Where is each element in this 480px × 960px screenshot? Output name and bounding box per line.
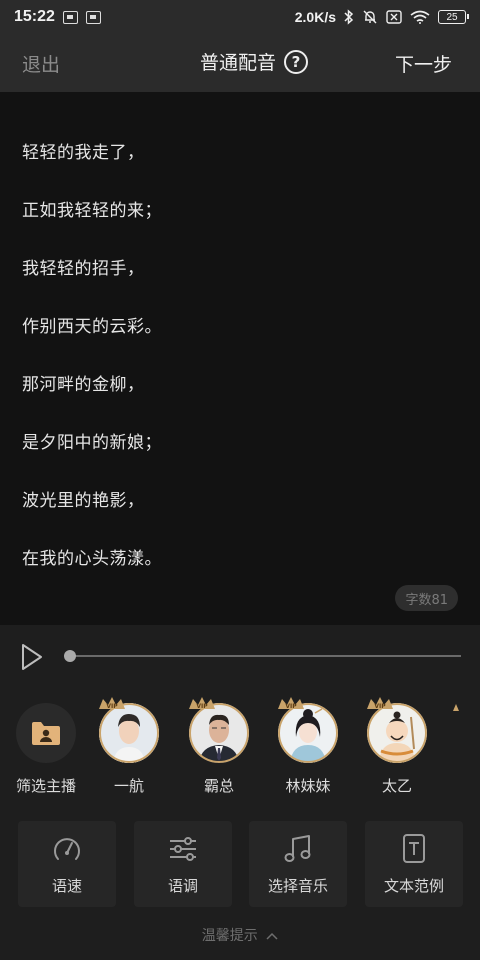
filter-anchors-label: 筛选主播 — [15, 777, 76, 795]
play-icon[interactable] — [20, 643, 44, 671]
vip-badge-icon: VIP — [189, 697, 215, 710]
progress-track[interactable] — [70, 655, 461, 657]
speed-button[interactable]: 语速 — [18, 821, 116, 907]
sim-off-icon — [386, 10, 402, 24]
speedometer-icon — [54, 838, 80, 860]
status-indicators: 2.0K/s 25 — [294, 9, 469, 25]
select-music-label: 选择音乐 — [267, 877, 328, 895]
vip-badge-partial-icon — [453, 704, 459, 711]
next-step-button[interactable]: 下一步 — [395, 50, 452, 77]
vip-label: VIP — [285, 703, 297, 710]
folder-user-icon — [32, 722, 60, 745]
top-bar: 退出 普通配音 ? 下一步 — [0, 34, 480, 92]
sliders-icon — [170, 837, 196, 861]
help-icon[interactable]: ? — [284, 49, 309, 74]
status-time: 15:22 — [14, 8, 55, 25]
wifi-icon — [410, 10, 430, 24]
poem-line: 轻轻的我走了， — [22, 143, 145, 163]
bluetooth-icon — [344, 9, 354, 25]
poem-line: 我轻轻的招手， — [22, 259, 145, 279]
control-panel: 筛选主播 VIP 一航 VIP 霸总 VIP 林妹妹 VIP 太乙 语速 语调 … — [0, 625, 480, 960]
battery-icon: 25 — [438, 10, 469, 24]
notification-icon — [85, 10, 101, 24]
vip-label: VIP — [374, 703, 386, 710]
status-bar: 15:22 2.0K/s 25 — [0, 0, 480, 34]
filter-anchors-button[interactable]: 筛选主播 — [14, 703, 78, 796]
page-title: 普通配音 — [200, 52, 277, 74]
word-count-badge: 字数81 — [395, 585, 458, 611]
speed-label: 语速 — [51, 877, 82, 895]
bell-off-icon — [363, 10, 377, 24]
music-note-icon — [284, 835, 311, 862]
script-text-area[interactable]: 轻轻的我走了， 正如我轻轻的来； 我轻轻的招手， 作别西天的云彩。 那河畔的金柳… — [0, 92, 480, 625]
chevron-up-icon — [266, 932, 278, 940]
anchor-name: 一航 — [113, 777, 144, 795]
vip-label: VIP — [106, 703, 118, 710]
anchor-name: 林妹妹 — [285, 777, 331, 795]
title-group: 普通配音 ? — [200, 48, 309, 75]
select-music-button[interactable]: 选择音乐 — [249, 821, 347, 907]
notification-icon — [62, 10, 78, 24]
poem-line: 在我的心头荡漾。 — [22, 549, 162, 569]
tone-button[interactable]: 语调 — [134, 821, 232, 907]
anchor-item-linmeimei[interactable]: VIP 林妹妹 — [276, 697, 340, 796]
poem-line: 正如我轻轻的来； — [22, 201, 162, 221]
tips-toggle[interactable]: 温馨提示 — [0, 925, 480, 945]
anchor-item-yihang[interactable]: VIP 一航 — [97, 697, 161, 796]
exit-button[interactable]: 退出 — [22, 50, 60, 77]
poem-line: 是夕阳中的新娘； — [22, 433, 162, 453]
text-example-button[interactable]: 文本范例 — [365, 821, 463, 907]
anchor-name: 太乙 — [381, 777, 412, 795]
anchor-item-bazong[interactable]: VIP 霸总 — [187, 697, 251, 796]
poem-line: 波光里的艳影， — [22, 491, 145, 511]
tips-label: 温馨提示 — [201, 928, 258, 944]
anchor-item-taiyi[interactable]: VIP 太乙 — [365, 697, 429, 796]
vip-badge-icon: VIP — [367, 697, 393, 710]
poem-line: 作别西天的云彩。 — [22, 317, 162, 337]
vip-badge-icon: VIP — [278, 697, 304, 710]
anchor-name: 霸总 — [203, 777, 234, 795]
progress-thumb[interactable] — [64, 650, 76, 662]
tone-label: 语调 — [167, 877, 198, 895]
network-speed: 2.0K/s — [294, 9, 336, 25]
vip-label: VIP — [196, 703, 208, 710]
text-document-icon — [403, 834, 425, 863]
filter-circle — [16, 703, 76, 763]
text-example-label: 文本范例 — [383, 877, 444, 895]
poem-line: 那河畔的金柳， — [22, 375, 145, 395]
vip-badge-icon: VIP — [99, 697, 125, 710]
